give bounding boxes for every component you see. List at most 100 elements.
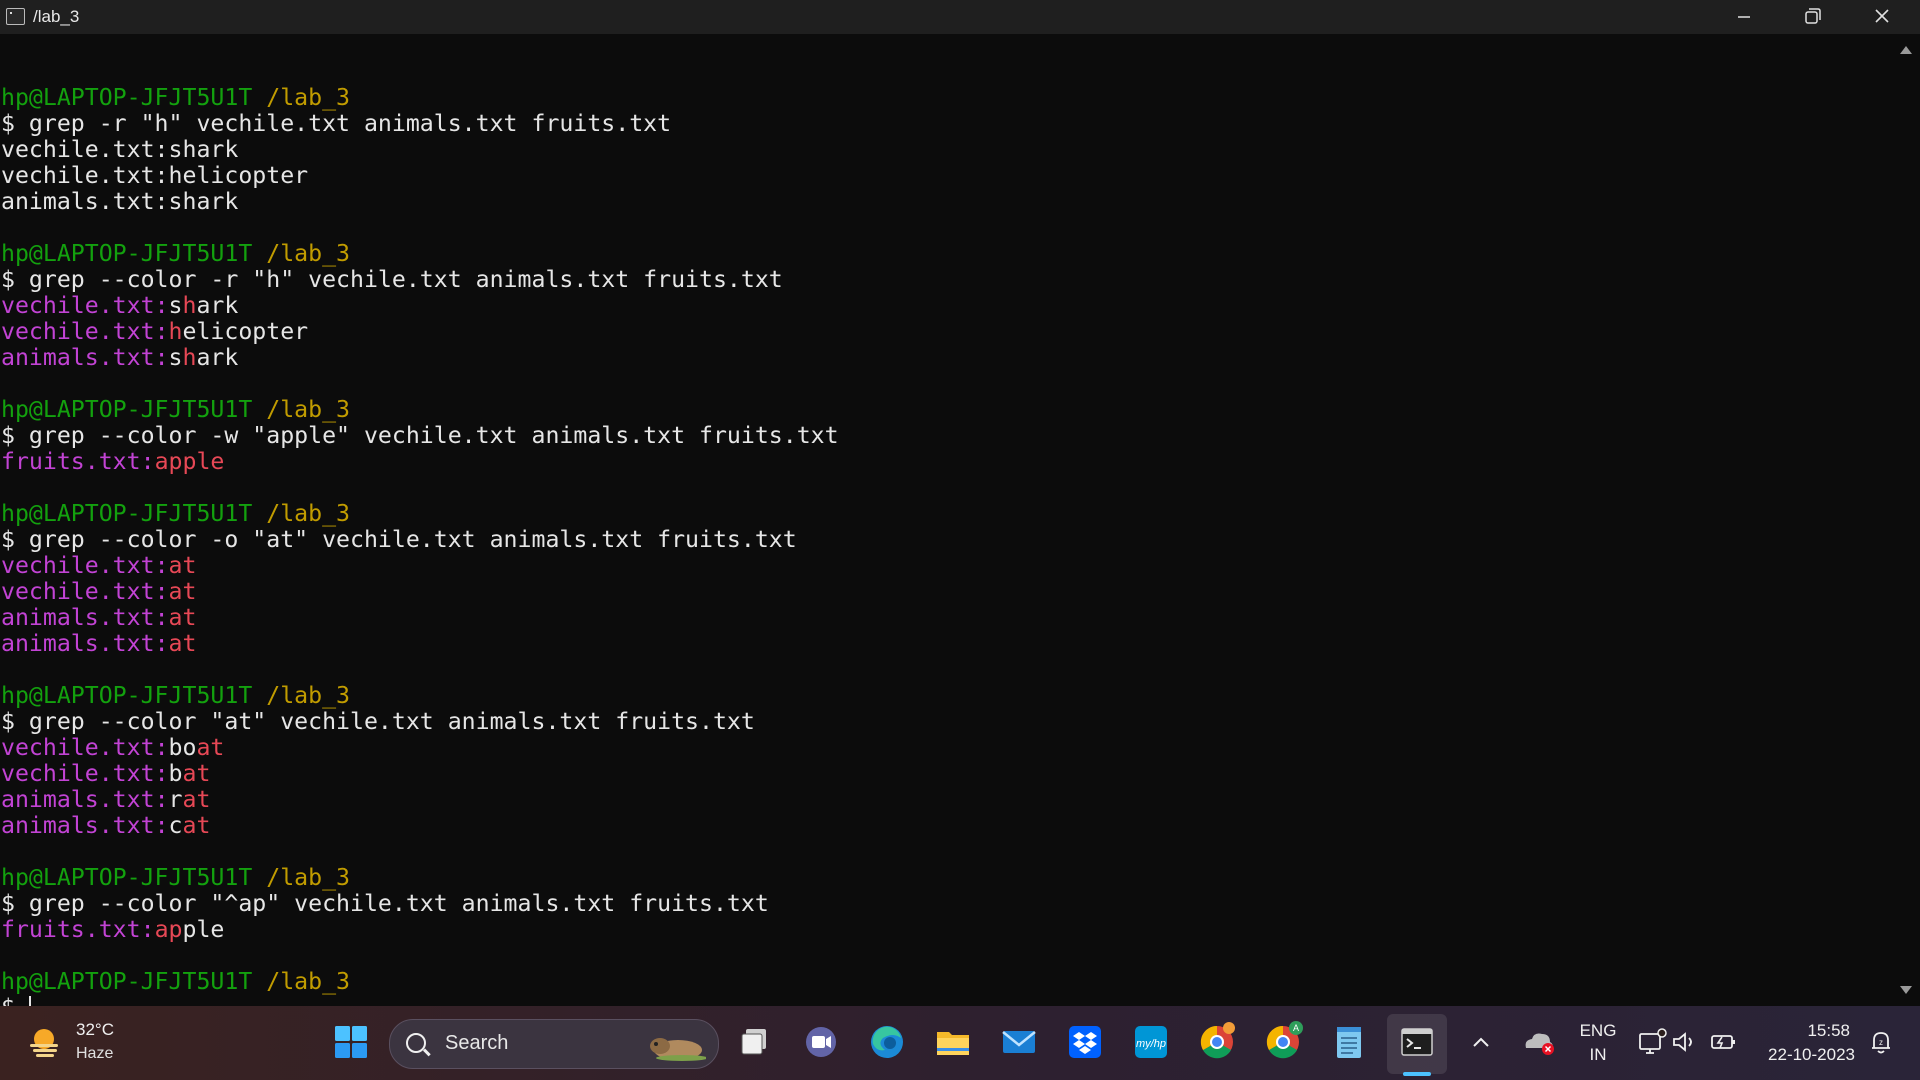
terminal-text: : <box>154 552 169 579</box>
terminal-lines: hp@LAPTOP-JFJT5U1T /lab_3 $ grep -r "h" v… <box>1 59 839 1006</box>
terminal-scrollbar[interactable] <box>1892 34 1920 1006</box>
terminal-line: $ <box>1 995 839 1006</box>
weather-condition[interactable]: Haze <box>76 1045 113 1063</box>
terminal-text: animals.txt:shark <box>1 188 239 215</box>
terminal-text: $ grep --color "^ap" vechile.txt animals… <box>1 890 769 917</box>
start-icon[interactable] <box>327 1018 375 1066</box>
myhp-icon[interactable]: my/hp <box>1127 1018 1175 1066</box>
terminal-text: hp@LAPTOP-JFJT5U1T <box>1 240 253 267</box>
terminal-text: vechile.txt <box>1 578 155 605</box>
terminal-line: animals.txt:cat <box>1 813 839 839</box>
close-button[interactable] <box>1848 0 1916 34</box>
mail-icon[interactable] <box>995 1018 1043 1066</box>
terminal-line: vechile.txt:helicopter <box>1 163 839 189</box>
terminal-text: : <box>140 916 155 943</box>
weather-temperature[interactable]: 32°C <box>76 1020 114 1040</box>
terminal-line: $ grep -r "h" vechile.txt animals.txt fr… <box>1 111 839 137</box>
terminal-line: hp@LAPTOP-JFJT5U1T /lab_3 <box>1 501 839 527</box>
terminal-text: ple <box>182 916 225 943</box>
scroll-up-arrow-icon[interactable] <box>1900 46 1912 54</box>
terminal-text: r <box>168 786 183 813</box>
restore-icon <box>1805 8 1821 24</box>
terminal-text: elicopter <box>182 318 309 345</box>
terminal-text: b <box>168 760 183 787</box>
terminal-line: hp@LAPTOP-JFJT5U1T /lab_3 <box>1 397 839 423</box>
chevron-up-icon[interactable] <box>1466 1018 1496 1066</box>
volume-icon[interactable] <box>1670 1018 1700 1066</box>
terminal-line: vechile.txt:helicopter <box>1 319 839 345</box>
terminal-text: vechile.txt:helicopter <box>1 162 309 189</box>
clock-date[interactable]: 22-10-2023 <box>1755 1045 1855 1065</box>
terminal-text: hp@LAPTOP-JFJT5U1T <box>1 968 253 995</box>
terminal-line: vechile.txt:shark <box>1 137 839 163</box>
terminal-text: : <box>154 318 169 345</box>
language-indicator[interactable]: ENG <box>1573 1021 1623 1041</box>
terminal-text: : <box>154 292 169 319</box>
meet-icon[interactable] <box>797 1018 845 1066</box>
search-highlight-badger-icon <box>650 1038 706 1061</box>
terminal-text: at <box>168 604 197 631</box>
terminal-line: hp@LAPTOP-JFJT5U1T /lab_3 <box>1 683 839 709</box>
terminal-line: hp@LAPTOP-JFJT5U1T /lab_3 <box>1 969 839 995</box>
terminal-line: hp@LAPTOP-JFJT5U1T /lab_3 <box>1 865 839 891</box>
taskbar-search-box[interactable]: Search <box>389 1019 719 1069</box>
notepad-icon[interactable] <box>1325 1018 1373 1066</box>
edge-icon[interactable] <box>863 1018 911 1066</box>
terminal-text: animals.txt <box>1 344 155 371</box>
minimize-button[interactable] <box>1710 0 1778 34</box>
terminal-text: at <box>168 552 197 579</box>
terminal-text: hp@LAPTOP-JFJT5U1T <box>1 864 253 891</box>
window-title: /lab_3 <box>33 7 80 26</box>
close-icon <box>1875 9 1889 23</box>
terminal-line: vechile.txt:at <box>1 553 839 579</box>
terminal-text: at <box>168 630 197 657</box>
terminal-text: at <box>182 786 211 813</box>
network-icon[interactable] <box>1636 1018 1668 1066</box>
chrome-icon[interactable] <box>1193 1018 1241 1066</box>
terminal-text: fruits.txt <box>1 448 141 475</box>
weather-haze-icon[interactable] <box>26 1024 62 1060</box>
terminal-text: h <box>182 344 197 371</box>
file-explorer-icon[interactable] <box>929 1018 977 1066</box>
scroll-down-arrow-icon[interactable] <box>1900 986 1912 994</box>
terminal-line: vechile.txt:boat <box>1 735 839 761</box>
notification-bell-icon[interactable]: z <box>1864 1018 1898 1066</box>
terminal-app-icon <box>6 8 25 25</box>
terminal-text: : <box>154 760 169 787</box>
terminal-text: h <box>168 318 183 345</box>
battery-charging-icon[interactable] <box>1708 1018 1740 1066</box>
terminal-output[interactable]: hp@LAPTOP-JFJT5U1T /lab_3 $ grep -r "h" v… <box>0 34 1892 1006</box>
terminal-text: /lab_3 <box>266 968 351 995</box>
text-cursor <box>28 996 31 1006</box>
search-icon <box>406 1033 426 1053</box>
terminal-text: $ grep -r "h" vechile.txt animals.txt fr… <box>1 110 672 137</box>
svg-text:my/hp: my/hp <box>1136 1038 1166 1050</box>
terminal-text: vechile.txt:shark <box>1 136 239 163</box>
terminal-text: $ <box>1 994 29 1007</box>
clock-time[interactable]: 15:58 <box>1760 1021 1850 1041</box>
terminal-line: $ grep --color -w "apple" vechile.txt an… <box>1 423 839 449</box>
terminal-line: animals.txt:at <box>1 605 839 631</box>
onedrive-error-icon[interactable] <box>1518 1018 1558 1066</box>
task-view-icon[interactable] <box>731 1018 779 1066</box>
terminal-line: vechile.txt:at <box>1 579 839 605</box>
terminal-text: : <box>154 604 169 631</box>
terminal-text: h <box>182 292 197 319</box>
terminal-text: vechile.txt <box>1 734 155 761</box>
terminal-text: hp@LAPTOP-JFJT5U1T <box>1 682 253 709</box>
terminal-text: $ grep --color -w "apple" vechile.txt an… <box>1 422 839 449</box>
terminal-icon[interactable] <box>1393 1018 1441 1066</box>
region-indicator[interactable]: IN <box>1573 1045 1623 1065</box>
terminal-text: hp@LAPTOP-JFJT5U1T <box>1 500 253 527</box>
terminal-text: fruits.txt <box>1 916 141 943</box>
chrome-profile-icon[interactable]: A <box>1259 1018 1307 1066</box>
restore-button[interactable] <box>1778 0 1846 34</box>
dropbox-icon[interactable] <box>1061 1018 1109 1066</box>
terminal-text: hp@LAPTOP-JFJT5U1T <box>1 84 253 111</box>
